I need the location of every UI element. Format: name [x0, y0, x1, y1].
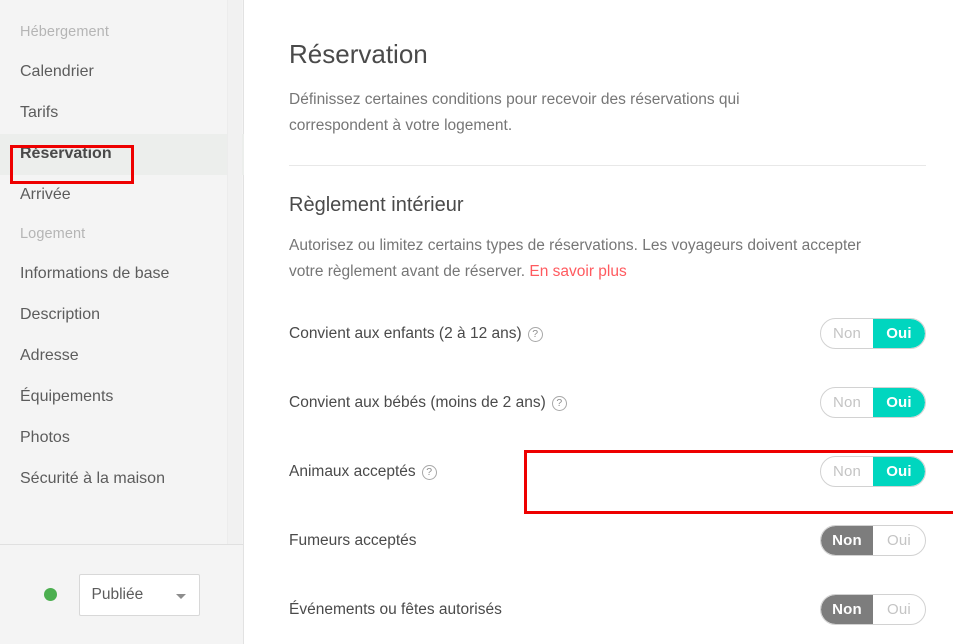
rule-label: Convient aux enfants (2 à 12 ans)? — [289, 325, 543, 343]
sidebar-item-label: Description — [20, 306, 101, 323]
sidebar-item-securite-a-la-maison[interactable]: Sécurité à la maison — [0, 459, 244, 500]
sidebar-item-label: Sécurité à la maison — [20, 470, 165, 487]
sidebar-item-label: Calendrier — [20, 63, 94, 80]
sidebar-item-label: Adresse — [20, 347, 79, 364]
sidebar-item-photos[interactable]: Photos — [0, 418, 244, 459]
chevron-down-icon — [175, 593, 186, 599]
rule-label-text: Animaux acceptés — [289, 462, 416, 480]
rule-row: Fumeurs acceptés Non Oui — [289, 506, 926, 575]
sidebar-item-reservation[interactable]: Réservation — [0, 134, 244, 175]
app-root: Hébergement Calendrier Tarifs Réservation Ar… — [0, 0, 953, 644]
toggle-option-yes[interactable]: Oui — [873, 457, 925, 486]
rule-toggle[interactable]: Non Oui — [820, 525, 926, 556]
rule-label: Convient aux bébés (moins de 2 ans)? — [289, 394, 567, 412]
sidebar-group-label: Logement — [20, 226, 86, 242]
sidebar-item-equipements[interactable]: Équipements — [0, 377, 244, 418]
section-description: Autorisez ou limitez certains types de r… — [289, 233, 889, 285]
rule-toggle[interactable]: Non Oui — [820, 318, 926, 349]
rule-label-text: Fumeurs acceptés — [289, 531, 417, 549]
house-rules-list: Convient aux enfants (2 à 12 ans)? Non Oui… — [244, 299, 953, 644]
rule-toggle[interactable]: Non Oui — [820, 387, 926, 418]
sidebar-item-label: Arrivée — [20, 186, 71, 203]
toggle-option-no[interactable]: Non — [821, 388, 873, 417]
help-question-icon[interactable]: ? — [421, 465, 437, 480]
sidebar-footer: Publiée — [0, 544, 243, 644]
rule-label-text: Événements ou fêtes autorisés — [289, 600, 502, 618]
learn-more-link[interactable]: En savoir plus — [529, 263, 626, 280]
toggle-option-yes[interactable]: Oui — [873, 595, 925, 624]
rule-toggle[interactable]: Non Oui — [820, 594, 926, 625]
listing-status-select[interactable]: Publiée — [78, 573, 200, 616]
sidebar-item-tarifs[interactable]: Tarifs — [0, 93, 244, 134]
sidebar-scrollbar-track[interactable] — [227, 0, 469, 544]
rule-label-text: Convient aux bébés (moins de 2 ans) — [289, 393, 546, 411]
sidebar: Hébergement Calendrier Tarifs Réservation Ar… — [0, 0, 469, 644]
sidebar-item-label: Réservation — [20, 145, 112, 162]
section-title: Règlement intérieur — [289, 194, 464, 216]
sidebar-item-label: Tarifs — [20, 104, 59, 121]
toggle-option-no[interactable]: Non — [821, 595, 873, 624]
toggle-option-no[interactable]: Non — [821, 526, 873, 555]
help-question-icon[interactable]: ? — [551, 396, 567, 411]
sidebar-group-label: Hébergement — [20, 24, 109, 40]
toggle-option-yes[interactable]: Oui — [873, 319, 925, 348]
rule-label-text: Convient aux enfants (2 à 12 ans) — [289, 324, 522, 342]
section-divider — [289, 165, 926, 166]
sidebar-item-informations-de-base[interactable]: Informations de base — [0, 254, 244, 295]
sidebar-scroll-area: Hébergement Calendrier Tarifs Réservation Ar… — [0, 0, 244, 544]
sidebar-item-arrivee[interactable]: Arrivée — [0, 175, 244, 216]
sidebar-item-label: Équipements — [20, 388, 114, 405]
page-title: Réservation — [289, 39, 428, 69]
sidebar-nav-list: Hébergement Calendrier Tarifs Réservation Ar… — [0, 0, 244, 500]
rule-row: Événements ou fêtes autorisés Non Oui — [289, 575, 926, 644]
page-subtitle: Définissez certaines conditions pour rec… — [289, 91, 740, 134]
toggle-option-yes[interactable]: Oui — [873, 526, 925, 555]
rule-row: Animaux acceptés? Non Oui — [289, 437, 926, 506]
toggle-option-no[interactable]: Non — [821, 457, 873, 486]
rule-label: Animaux acceptés? — [289, 463, 437, 481]
rule-row: Convient aux bébés (moins de 2 ans)? Non O… — [289, 368, 926, 437]
rule-toggle[interactable]: Non Oui — [820, 456, 926, 487]
listing-status-value: Publiée — [91, 585, 144, 603]
status-dot-icon — [43, 588, 57, 601]
rule-row: Convient aux enfants (2 à 12 ans)? Non Oui — [289, 299, 926, 368]
sidebar-item-label: Informations de base — [20, 265, 170, 282]
main-content: Réservation Définissez certaines conditi… — [244, 0, 953, 644]
rule-label: Fumeurs acceptés — [289, 532, 417, 550]
sidebar-item-description[interactable]: Description — [0, 295, 244, 336]
help-question-icon[interactable]: ? — [527, 327, 543, 342]
toggle-option-yes[interactable]: Oui — [873, 388, 925, 417]
toggle-option-no[interactable]: Non — [821, 319, 873, 348]
sidebar-item-adresse[interactable]: Adresse — [0, 336, 244, 377]
sidebar-item-calendrier[interactable]: Calendrier — [0, 52, 244, 93]
sidebar-item-label: Photos — [20, 429, 70, 446]
rule-label: Événements ou fêtes autorisés — [289, 601, 502, 619]
